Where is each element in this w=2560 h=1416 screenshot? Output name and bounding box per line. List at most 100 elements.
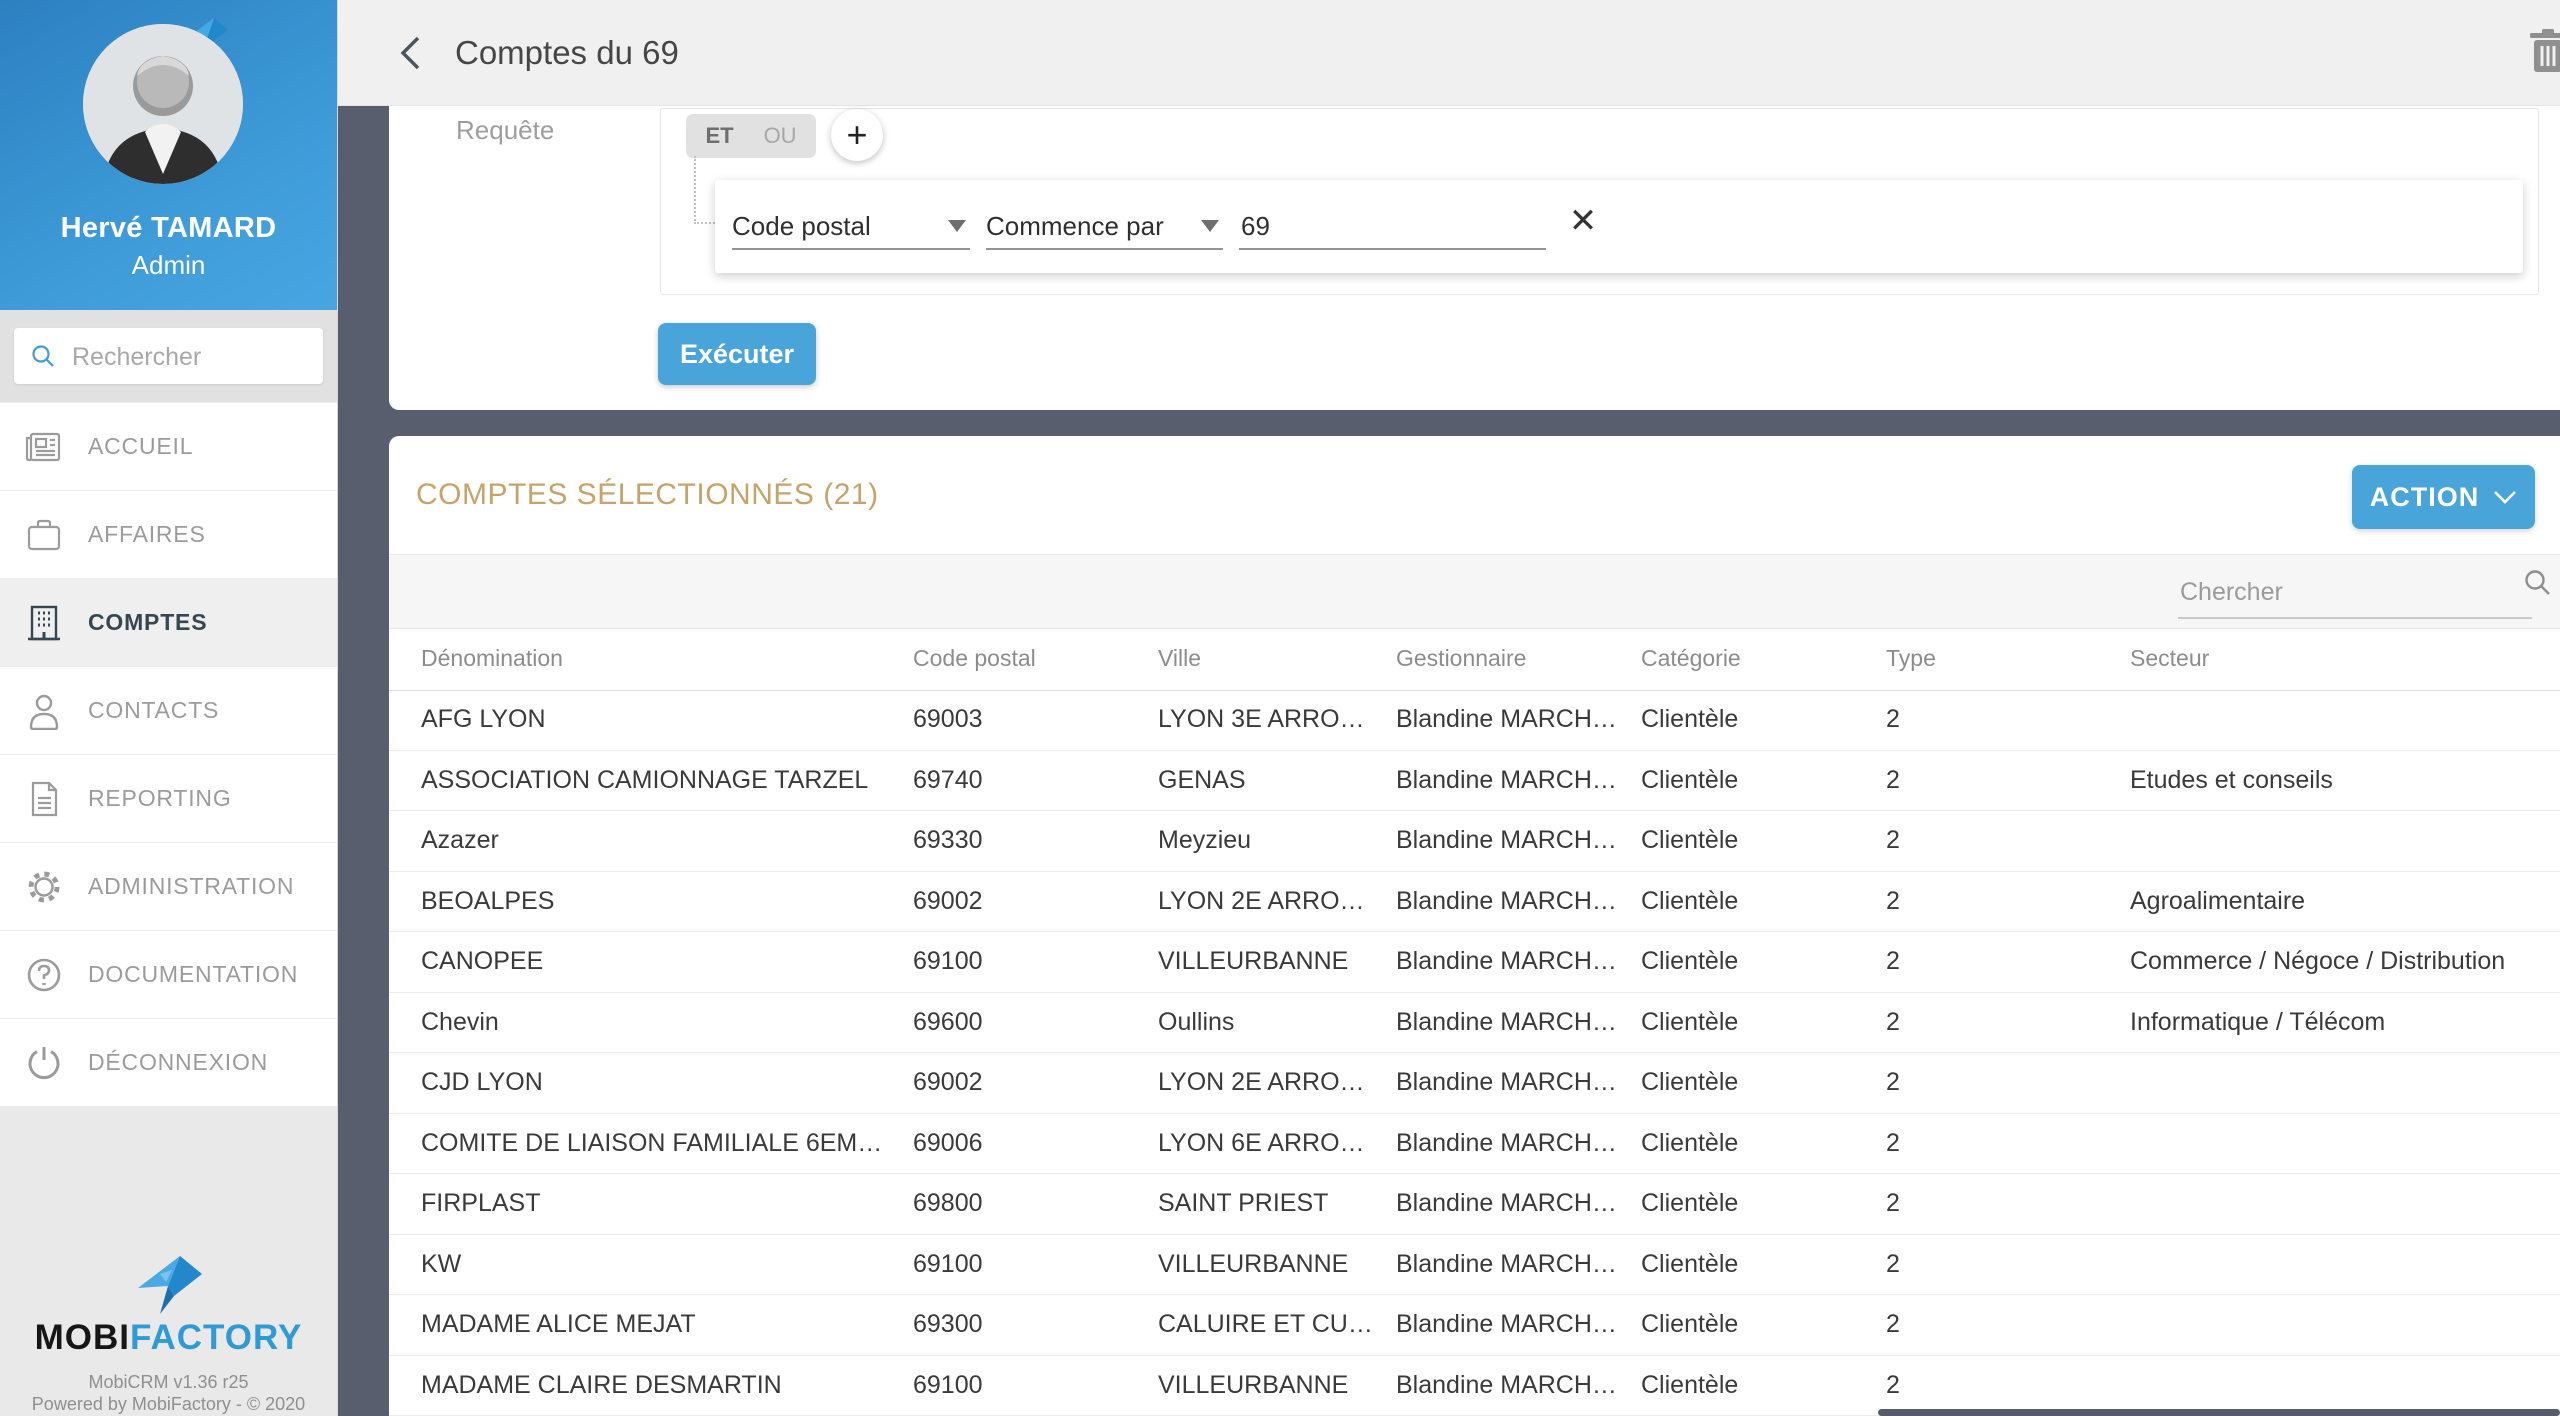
table-row[interactable]: Chevin69600OullinsBlandine MARCH…Clientè…: [389, 993, 2560, 1054]
table-row[interactable]: AFG LYON69003LYON 3E ARRON…Blandine MARC…: [389, 690, 2560, 751]
table-cell: FIRPLAST: [421, 1189, 913, 1218]
column-header[interactable]: Code postal: [913, 645, 1158, 672]
table-cell: Meyzieu: [1158, 826, 1396, 855]
table-cell: CALUIRE ET CUI…: [1158, 1310, 1396, 1339]
table-cell: Clientèle: [1641, 705, 1886, 734]
query-group-box: ET OU + Code postal Commence par ✕: [660, 108, 2539, 295]
table-cell: 2: [1886, 947, 2130, 976]
sidebar-item-accueil[interactable]: ACCUEIL: [0, 403, 337, 491]
table-row[interactable]: MADAME CLAIRE DESMARTIN69100VILLEURBANNE…: [389, 1356, 2560, 1416]
column-header[interactable]: Secteur: [2130, 645, 2560, 672]
table-cell: Blandine MARCH…: [1396, 1008, 1641, 1037]
table-row[interactable]: FIRPLAST69800SAINT PRIESTBlandine MARCH……: [389, 1174, 2560, 1235]
table-cell: Clientèle: [1641, 766, 1886, 795]
results-title: COMPTES SÉLECTIONNÉS (21): [416, 436, 879, 554]
table-cell: Azazer: [421, 826, 913, 855]
trash-icon: [2526, 28, 2560, 76]
execute-button[interactable]: Exécuter: [658, 323, 816, 385]
table-row[interactable]: CJD LYON69002LYON 2E ARRON…Blandine MARC…: [389, 1053, 2560, 1114]
table-row[interactable]: COMITE DE LIAISON FAMILIALE 6EME ARR…690…: [389, 1114, 2560, 1175]
table-cell: COMITE DE LIAISON FAMILIALE 6EME ARR…: [421, 1129, 913, 1158]
sidebar-item-contacts[interactable]: CONTACTS: [0, 667, 337, 755]
table-header-row: DénominationCode postalVilleGestionnaire…: [389, 627, 2560, 691]
sidebar-search-input[interactable]: [70, 328, 304, 386]
table-cell: Clientèle: [1641, 1008, 1886, 1037]
table-cell: Oullins: [1158, 1008, 1396, 1037]
table-cell: 2: [1886, 705, 2130, 734]
table-search-box[interactable]: [2178, 565, 2532, 619]
table-row[interactable]: MADAME ALICE MEJAT69300CALUIRE ET CUI…Bl…: [389, 1295, 2560, 1356]
operator-select[interactable]: Commence par: [986, 204, 1223, 250]
table-cell: 69100: [913, 947, 1158, 976]
table-row[interactable]: CANOPEE69100VILLEURBANNEBlandine MARCH…C…: [389, 932, 2560, 993]
table-cell: Blandine MARCH…: [1396, 826, 1641, 855]
table-cell: Blandine MARCH…: [1396, 947, 1641, 976]
table-cell: 2: [1886, 766, 2130, 795]
table-cell: 69100: [913, 1371, 1158, 1400]
table-cell: Blandine MARCH…: [1396, 1371, 1641, 1400]
power-icon: [24, 1043, 64, 1083]
column-header[interactable]: Catégorie: [1641, 645, 1886, 672]
table-cell: 69006: [913, 1129, 1158, 1158]
table-cell: Clientèle: [1641, 1310, 1886, 1339]
sidebar-item-label: REPORTING: [88, 785, 232, 812]
table-cell: Clientèle: [1641, 887, 1886, 916]
table-cell: 69003: [913, 705, 1158, 734]
sidebar-item-label: DOCUMENTATION: [88, 961, 298, 988]
sidebar-item-label: ACCUEIL: [88, 433, 193, 460]
operator-toggle: ET OU: [686, 114, 816, 158]
table-cell: 69002: [913, 1068, 1158, 1097]
table-cell: 69100: [913, 1250, 1158, 1279]
table-search-input[interactable]: [2178, 565, 2536, 619]
chevron-down-icon: [1201, 220, 1219, 232]
mobifactory-bird-icon: [132, 1252, 206, 1321]
table-row[interactable]: ASSOCIATION CAMIONNAGE TARZEL69740GENASB…: [389, 751, 2560, 812]
horizontal-scrollbar[interactable]: [1878, 1409, 2560, 1416]
table-cell: VILLEURBANNE: [1158, 1250, 1396, 1279]
sidebar-item-documentation[interactable]: DOCUMENTATION: [0, 931, 337, 1019]
sidebar-item-administration[interactable]: ADMINISTRATION: [0, 843, 337, 931]
operator-ou-button[interactable]: OU: [764, 123, 797, 149]
search-icon[interactable]: [2522, 567, 2552, 597]
sidebar-item-label: ADMINISTRATION: [88, 873, 294, 900]
add-condition-button[interactable]: +: [831, 109, 883, 161]
app-version: MobiCRM v1.36 r25: [0, 1372, 337, 1393]
operator-select-value: Commence par: [986, 211, 1164, 242]
field-select-value: Code postal: [732, 211, 871, 242]
action-button[interactable]: ACTION: [2352, 465, 2535, 529]
column-header[interactable]: Dénomination: [421, 645, 913, 672]
table-cell: 2: [1886, 1068, 2130, 1097]
question-icon: [24, 955, 64, 995]
table-cell: Commerce / Négoce / Distribution: [2130, 947, 2560, 976]
table-cell: AFG LYON: [421, 705, 913, 734]
table-cell: 2: [1886, 1008, 2130, 1037]
back-button[interactable]: [389, 32, 431, 74]
building-icon: [24, 603, 64, 643]
sidebar-item-label: COMPTES: [88, 609, 207, 636]
table-cell: Blandine MARCH…: [1396, 705, 1641, 734]
value-input[interactable]: [1239, 210, 1546, 243]
profile-panel: Hervé TAMARD Admin: [0, 0, 337, 310]
table-row[interactable]: KW69100VILLEURBANNEBlandine MARCH…Client…: [389, 1235, 2560, 1296]
table-cell: Chevin: [421, 1008, 913, 1037]
table-cell: CJD LYON: [421, 1068, 913, 1097]
table-cell: Blandine MARCH…: [1396, 1250, 1641, 1279]
value-field[interactable]: [1239, 204, 1546, 250]
sidebar-search-box[interactable]: [14, 328, 323, 384]
sidebar-item-reporting[interactable]: REPORTING: [0, 755, 337, 843]
sidebar-footer: MOBIFACTORY MobiCRM v1.36 r25 Powered by…: [0, 1106, 337, 1416]
operator-et-button[interactable]: ET: [705, 123, 733, 149]
field-select[interactable]: Code postal: [732, 204, 970, 250]
trash-button[interactable]: [2526, 28, 2560, 76]
column-header[interactable]: Type: [1886, 645, 2130, 672]
column-header[interactable]: Gestionnaire: [1396, 645, 1641, 672]
table-row[interactable]: Azazer69330MeyzieuBlandine MARCH…Clientè…: [389, 811, 2560, 872]
sidebar-item-comptes[interactable]: COMPTES: [0, 579, 337, 667]
avatar[interactable]: [83, 24, 243, 184]
column-header[interactable]: Ville: [1158, 645, 1396, 672]
remove-condition-button[interactable]: ✕: [1560, 198, 1606, 244]
table-cell: CANOPEE: [421, 947, 913, 976]
sidebar-item-affaires[interactable]: AFFAIRES: [0, 491, 337, 579]
table-row[interactable]: BEOALPES69002LYON 2E ARRON…Blandine MARC…: [389, 872, 2560, 933]
sidebar-item-deconnexion[interactable]: DÉCONNEXION: [0, 1019, 337, 1107]
